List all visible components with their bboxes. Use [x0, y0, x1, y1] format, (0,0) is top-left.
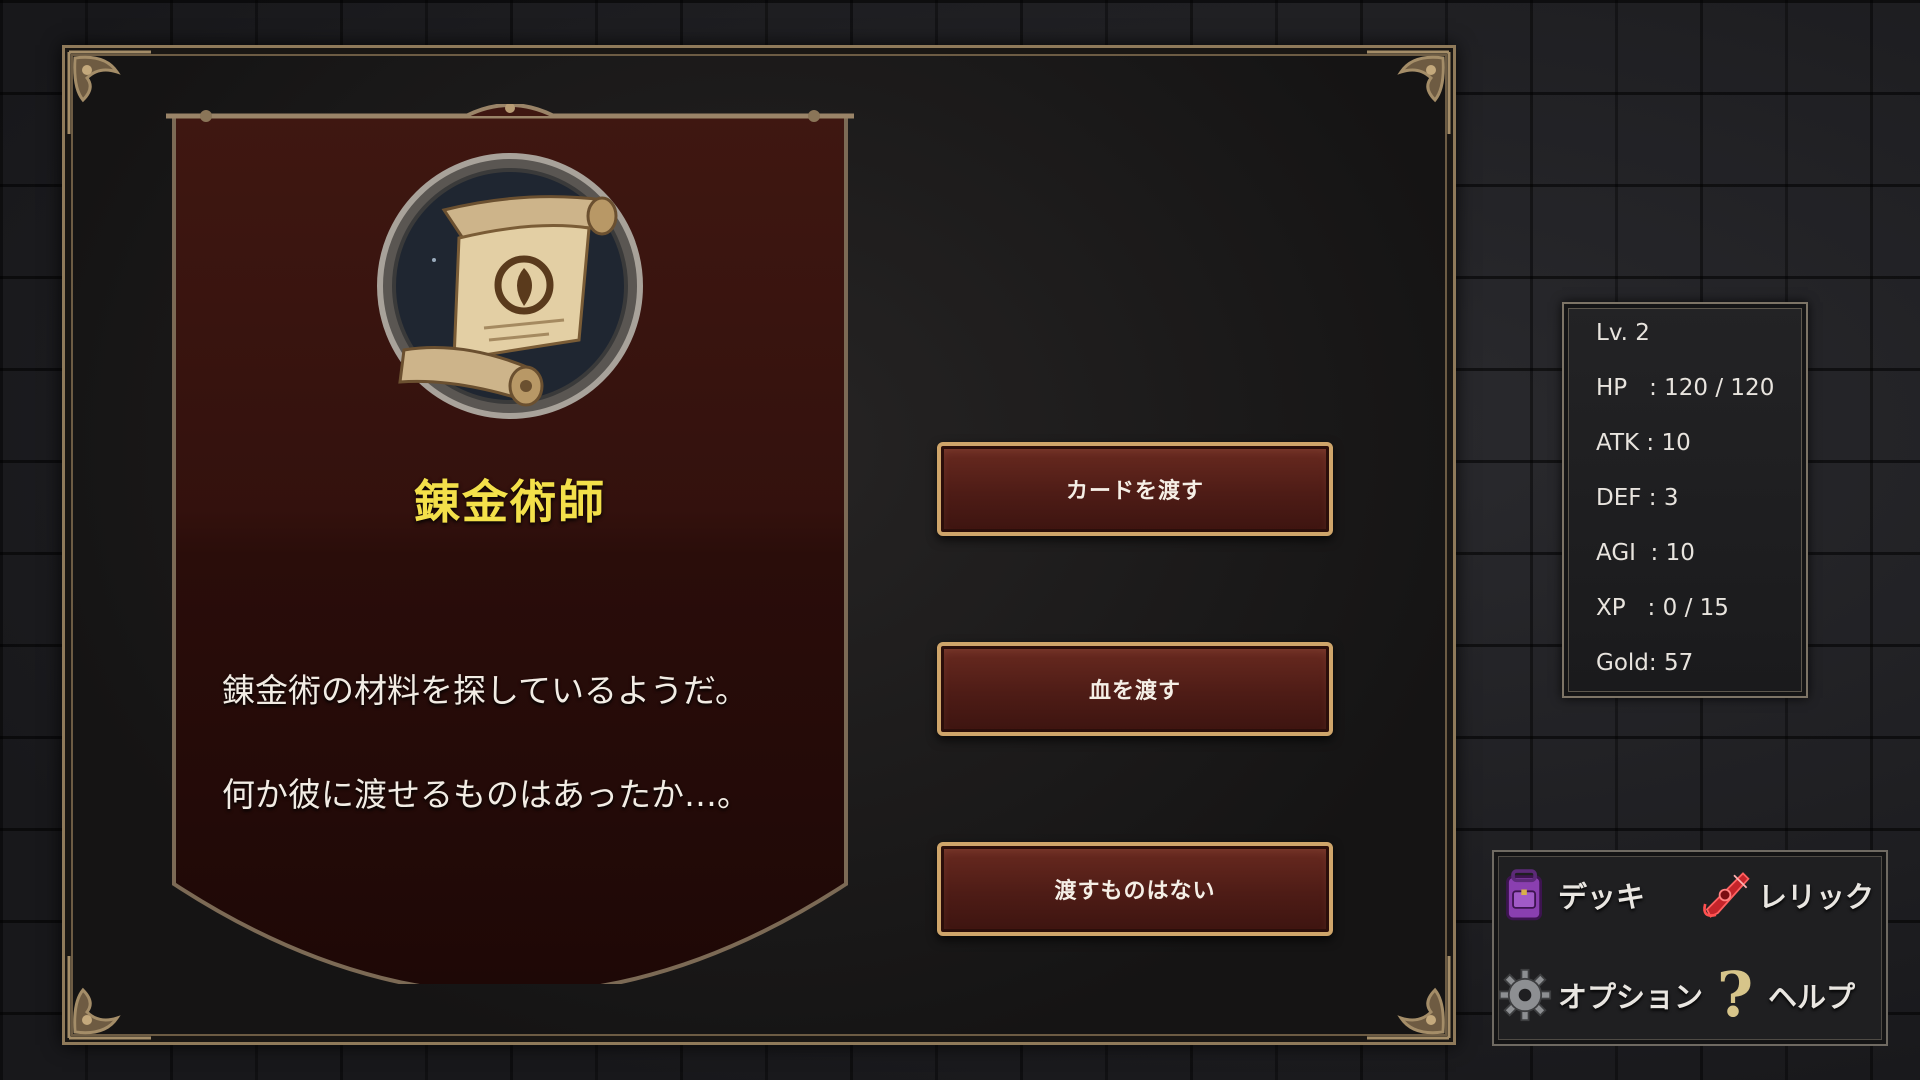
npc-name: 錬金術師	[414, 475, 606, 529]
give-blood-button[interactable]: 血を渡す	[937, 642, 1333, 736]
stat-atk: ATK : 10	[1596, 430, 1691, 456]
help-label: ヘルプ	[1768, 980, 1856, 1014]
backpack-icon	[1498, 866, 1552, 924]
give-card-button[interactable]: カードを渡す	[937, 442, 1333, 536]
option-label: オプション	[1558, 980, 1704, 1014]
stat-gold: Gold: 57	[1596, 650, 1694, 676]
question-icon: ?	[1716, 958, 1754, 1031]
relic-button[interactable]: レリック	[1698, 866, 1874, 924]
deck-label: デッキ	[1558, 880, 1646, 914]
game-menu-panel: デッキ レリック オプション ? ヘルプ	[1492, 850, 1888, 1046]
frame-corner-ornament	[1363, 48, 1453, 138]
deck-button[interactable]: デッキ	[1498, 866, 1645, 924]
player-stats-panel: Lv. 2 HP : 120 / 120 ATK : 10 DEF : 3 AG…	[1562, 302, 1808, 698]
give-nothing-button[interactable]: 渡すものはない	[937, 842, 1333, 936]
help-button[interactable]: ? ヘルプ	[1708, 958, 1856, 1031]
event-description-line: 何か彼に渡せるものはあったか…。	[222, 775, 750, 814]
npc-banner: 錬金術師 錬金術の材料を探しているようだ。 何か彼に渡せるものはあったか…。	[166, 104, 854, 984]
stat-def: DEF : 3	[1596, 485, 1679, 511]
stat-level: Lv. 2	[1596, 320, 1650, 346]
stat-xp: XP : 0 / 15	[1596, 595, 1729, 621]
frame-corner-ornament	[1363, 952, 1453, 1042]
stat-agi: AGI : 10	[1596, 540, 1695, 566]
option-button[interactable]: オプション	[1498, 966, 1703, 1024]
frame-corner-ornament	[65, 952, 155, 1042]
frame-corner-ornament	[65, 48, 155, 138]
scroll-emblem-icon	[377, 153, 643, 419]
stat-hp: HP : 120 / 120	[1596, 375, 1775, 401]
event-description-line: 錬金術の材料を探しているようだ。	[222, 671, 749, 710]
relic-icon	[1698, 866, 1752, 924]
gear-icon	[1498, 966, 1552, 1024]
relic-label: レリック	[1758, 880, 1875, 914]
npc-portrait	[374, 150, 646, 422]
